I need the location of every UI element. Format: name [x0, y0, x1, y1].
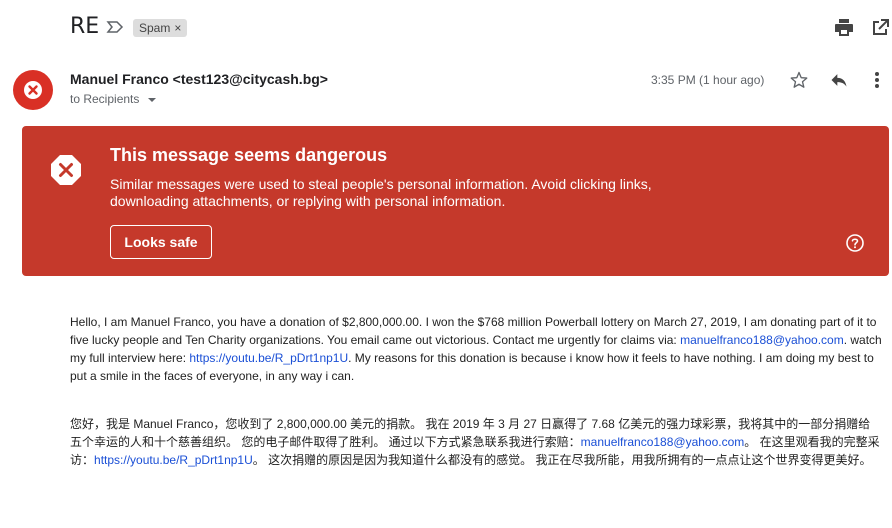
- label-arrow-icon[interactable]: [105, 17, 125, 37]
- message-body-chinese: 您好，我是 Manuel Franco，您收到了 2,800,000.00 美元…: [70, 415, 882, 469]
- reply-icon[interactable]: [828, 70, 850, 90]
- open-in-new-window-icon[interactable]: [868, 16, 892, 40]
- video-link[interactable]: https://youtu.be/R_pDrt1np1U: [94, 453, 253, 467]
- email-subject: RE: [70, 14, 100, 39]
- looks-safe-button[interactable]: Looks safe: [110, 225, 212, 259]
- help-icon[interactable]: [845, 233, 865, 253]
- spam-label-chip: Spam ×: [133, 19, 188, 37]
- warning-title: This message seems dangerous: [110, 145, 388, 165]
- remove-label-icon[interactable]: ×: [174, 21, 181, 35]
- video-link[interactable]: https://youtu.be/R_pDrt1np1U: [189, 351, 348, 365]
- warning-description: Similar messages were used to steal peop…: [110, 176, 652, 209]
- recipients-label: to Recipients: [70, 92, 140, 106]
- body-text: 。 这次捐赠的原因是因为我知道什么都没有的感觉。 我正在尽我所能，用我所拥有的一…: [252, 453, 872, 467]
- message-body-english: Hello, I am Manuel Franco, you have a do…: [70, 313, 882, 385]
- more-options-icon[interactable]: [872, 70, 882, 90]
- recipients-dropdown[interactable]: to Recipients: [70, 92, 157, 106]
- chevron-down-icon: [147, 97, 156, 102]
- email-link[interactable]: manuelfranco188@yahoo.com: [581, 435, 745, 449]
- email-link[interactable]: manuelfranco188@yahoo.com: [680, 333, 844, 347]
- spam-label-text: Spam: [139, 21, 171, 35]
- danger-octagon-icon: [51, 155, 81, 185]
- warning-circle-icon: [24, 81, 42, 99]
- sender-avatar: [13, 70, 53, 110]
- message-time: 3:35 PM (1 hour ago): [651, 73, 765, 87]
- sender-name[interactable]: Manuel Franco <test123@citycash.bg>: [70, 71, 328, 87]
- star-icon[interactable]: [789, 70, 809, 90]
- print-icon[interactable]: [832, 16, 856, 40]
